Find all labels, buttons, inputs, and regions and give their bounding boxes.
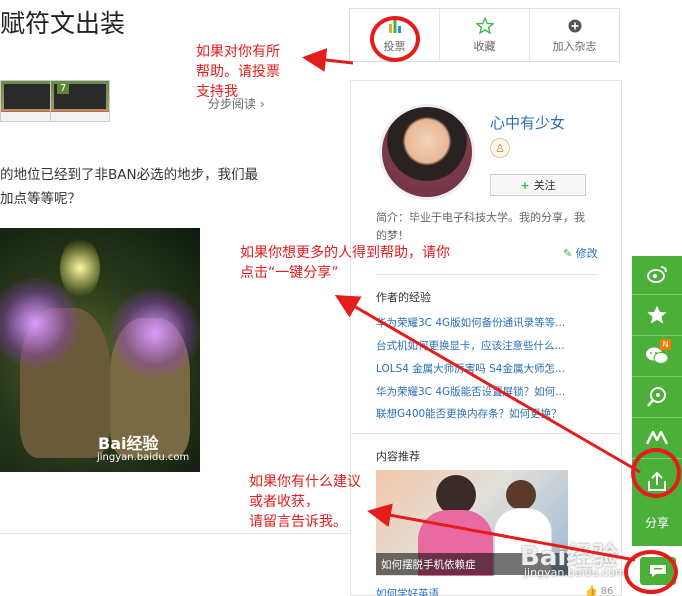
baidu-watermark-url: jingyan.baidu.com: [524, 566, 626, 579]
annotation-line: 或者收获，: [249, 494, 319, 510]
wechat-icon[interactable]: [632, 338, 682, 374]
author-bio: 简介：毕业于电子科技大学。我的分享，我的梦！: [376, 211, 585, 242]
article-paragraph: 加点等等呢？: [0, 191, 81, 207]
favorite-label: 收藏: [473, 40, 496, 53]
weibo-icon[interactable]: [632, 256, 682, 292]
level-badge-icon: ♙: [490, 138, 510, 158]
share-separator: [632, 294, 682, 295]
vote-annotation: 如果对你有所 帮助。请投票 支持我: [196, 42, 280, 102]
annotation-line: 支持我: [196, 84, 238, 100]
annotation-line: 点击“一键分享”: [240, 265, 339, 281]
share-separator: [632, 376, 682, 377]
recommend-link[interactable]: 如何学好英语: [376, 586, 439, 596]
edit-bio-link[interactable]: ✎ 修改: [563, 245, 598, 261]
follow-button[interactable]: + 关注: [490, 174, 586, 196]
annotation-line: 请留言告诉我。: [249, 514, 347, 530]
vote-highlight-circle: [370, 16, 420, 62]
annotation-line: 如果你有什么建议: [249, 474, 361, 490]
annotation-line: 如果对你有所: [196, 44, 280, 60]
annotation-line: 帮助。请投票: [196, 64, 280, 80]
follow-label: 关注: [533, 179, 556, 192]
add-magazine-label: 加入杂志: [552, 40, 597, 53]
edit-label: 修改: [575, 247, 598, 260]
annotation-line: 如果你想更多的人得到帮助，请你: [240, 245, 450, 261]
favorite-button[interactable]: 收藏: [440, 9, 530, 61]
recommend-header: 内容推荐: [376, 450, 420, 463]
divider: [351, 433, 621, 434]
qq-icon[interactable]: [632, 379, 682, 415]
experience-link[interactable]: 华为荣耀3C 4G版能否设置屏锁？如何...: [376, 384, 566, 399]
share-label[interactable]: 分享: [632, 508, 682, 536]
image-watermark: Bai经验: [98, 434, 159, 453]
share-separator: [632, 335, 682, 336]
pencil-icon: ✎: [563, 247, 573, 260]
view-count-value: 86: [600, 586, 614, 596]
thumbs-up-icon: 👍: [585, 586, 598, 596]
step-thumbnail-2[interactable]: 7: [50, 80, 110, 122]
share-highlight-circle: [631, 448, 681, 498]
plus-icon: +: [520, 178, 530, 192]
share-separator: [632, 417, 682, 418]
view-count: 👍 86: [585, 586, 613, 596]
add-magazine-button[interactable]: 加入杂志: [530, 9, 619, 61]
experience-link[interactable]: LOLS4 金属大师厉害吗 S4金属大师怎...: [376, 361, 566, 376]
experience-link[interactable]: 华为荣耀3C 4G版如何备份通讯录等等...: [376, 315, 566, 330]
article-paragraph: 的地位已经到了非BAN必选的地步，我们最: [0, 167, 259, 183]
divider: [0, 533, 350, 534]
article-image: Bai经验 jingyan.baidu.com: [0, 228, 200, 472]
author-avatar[interactable]: [379, 104, 475, 200]
plus-circle-icon: [568, 16, 582, 36]
share-annotation: 如果你想更多的人得到帮助，请你 点击“一键分享”: [240, 243, 450, 283]
comment-highlight-circle: [624, 550, 678, 594]
experience-link[interactable]: 台式机如何更换显卡，应该注意些什么...: [376, 338, 566, 353]
comment-annotation: 如果你有什么建议 或者收获， 请留言告诉我。: [249, 472, 361, 532]
experience-link[interactable]: 联想G400能否更换内存条？如何更换？: [376, 406, 566, 421]
experience-header: 作者的经验: [376, 291, 431, 304]
new-badge: N: [660, 339, 671, 350]
article-title: 赋符文出装: [0, 9, 126, 38]
step-number: 7: [57, 83, 70, 94]
image-watermark-url: jingyan.baidu.com: [97, 452, 190, 463]
star-icon: [475, 16, 494, 36]
author-name-link[interactable]: 心中有少女: [490, 112, 565, 133]
star-icon[interactable]: [632, 297, 682, 333]
